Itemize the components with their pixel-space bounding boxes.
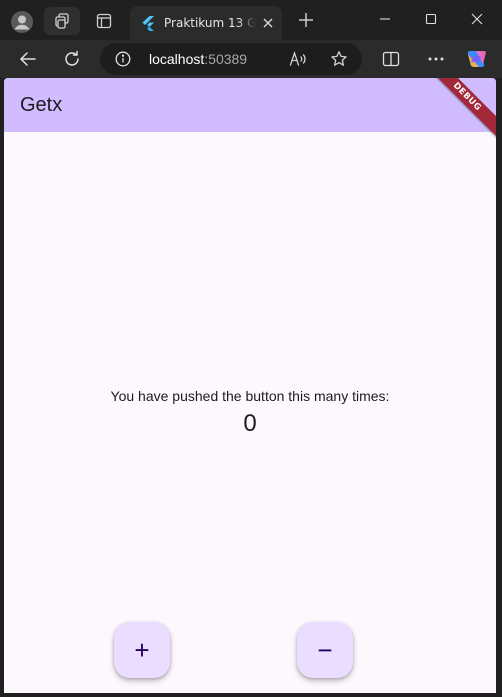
counter-value: 0 <box>243 410 257 437</box>
minimize-button[interactable] <box>362 4 408 34</box>
favorites-button[interactable] <box>328 49 350 69</box>
address-bar[interactable]: localhost:50389 <box>100 43 362 75</box>
close-window-button[interactable] <box>454 4 500 34</box>
profile-button[interactable] <box>8 8 36 36</box>
copilot-icon <box>467 51 486 67</box>
more-icon <box>428 57 444 61</box>
reload-button[interactable] <box>58 46 86 72</box>
close-icon <box>471 13 483 25</box>
info-icon <box>115 51 131 67</box>
counter-label: You have pushed the button this many tim… <box>110 388 390 404</box>
maximize-button[interactable] <box>408 4 454 34</box>
increment-button[interactable]: + <box>114 622 170 678</box>
page-viewport: Getx DEBUG You have pushed the button th… <box>4 78 496 693</box>
app-title: Getx <box>20 94 63 116</box>
minimize-icon <box>380 18 390 20</box>
settings-more-button[interactable] <box>424 48 448 70</box>
read-aloud-button[interactable] <box>288 49 310 69</box>
browser-tab-strip: Praktikum 13 GetX <box>0 0 502 40</box>
profile-icon <box>11 11 33 33</box>
tab-title: Praktikum 13 GetX <box>164 16 256 30</box>
browser-toolbar: localhost:50389 <box>0 40 502 78</box>
new-tab-button[interactable] <box>294 8 318 32</box>
back-icon <box>20 52 36 66</box>
decrement-button[interactable]: − <box>297 622 353 678</box>
vertical-tabs-button[interactable] <box>88 7 120 35</box>
split-screen-button[interactable] <box>380 48 402 70</box>
copilot-button[interactable] <box>466 48 488 70</box>
reload-icon <box>65 50 79 66</box>
site-info-button[interactable] <box>114 50 132 68</box>
flutter-icon <box>142 16 154 31</box>
url-port: :50389 <box>204 51 248 67</box>
app-bar: Getx <box>4 78 496 132</box>
back-button[interactable] <box>14 46 42 72</box>
maximize-icon <box>425 13 437 25</box>
plus-icon <box>299 13 313 27</box>
vertical-tabs-icon <box>96 13 112 29</box>
close-icon[interactable] <box>260 15 276 31</box>
workspaces-button[interactable] <box>44 7 80 35</box>
active-tab[interactable]: Praktikum 13 GetX <box>130 6 282 40</box>
split-screen-icon <box>382 51 400 67</box>
star-icon <box>331 51 347 66</box>
minus-icon: − <box>317 634 333 665</box>
plus-icon: + <box>134 634 150 665</box>
workspaces-icon <box>55 13 69 29</box>
url-host: localhost <box>149 51 205 67</box>
read-aloud-icon <box>289 51 306 66</box>
url-text[interactable]: localhost:50389 <box>149 51 247 67</box>
